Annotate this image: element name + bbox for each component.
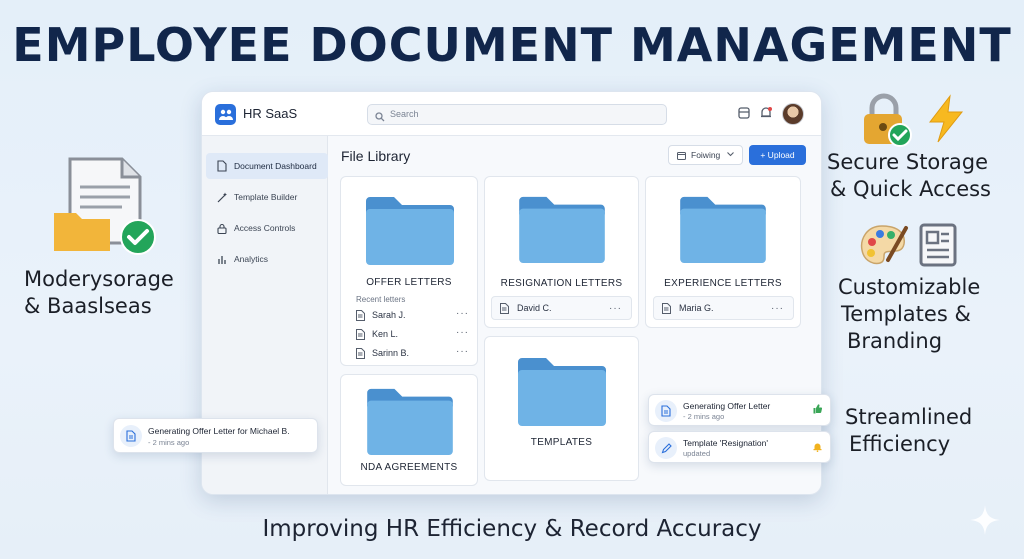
top-bar: HR SaaS Search [202, 92, 821, 136]
more-options-icon[interactable]: ··· [456, 346, 469, 357]
bell-icon [813, 442, 822, 452]
feature-streamlined-efficiency: Streamlined Efficiency [845, 404, 972, 458]
left-feature-line2: & Baaslseas [24, 294, 152, 318]
feature-line: Templates & [841, 302, 971, 326]
footer-tagline: Improving HR Efficiency & Record Accurac… [262, 516, 762, 542]
folder-title: NDA AGREEMENTS [360, 462, 458, 473]
pencil-icon [655, 437, 677, 459]
folder-icon [367, 388, 453, 456]
document-icon [500, 302, 509, 314]
toast-template-updated[interactable]: Template 'Resignation' updated [648, 431, 831, 463]
toast-title: Template 'Resignation' [683, 438, 768, 448]
search-input[interactable]: Search [367, 104, 667, 125]
sidebar-item-analytics[interactable]: Analytics [206, 246, 328, 272]
section-title: File Library [341, 148, 411, 164]
feature-line: Efficiency [849, 432, 951, 456]
app-name: HR SaaS [243, 106, 298, 121]
folder-card-nda-agreements[interactable]: NDA AGREEMENTS [340, 374, 478, 486]
document-icon [356, 328, 365, 340]
folder-title: RESIGNATION LETTERS [500, 278, 623, 289]
folder-card-offer-letters[interactable]: OFFER LETTERS Recent letters Sarah J. ··… [340, 176, 478, 366]
file-chip-label: David C. [517, 303, 552, 313]
list-item[interactable]: Sarah J. ··· [356, 307, 469, 323]
sidebar-item-document-dashboard[interactable]: Document Dashboard [206, 153, 328, 179]
page-headline: EMPLOYEE DOCUMENT MANAGEMENT [12, 18, 1012, 72]
toast-generating-offer[interactable]: Generating Offer Letter for Michael B. -… [113, 418, 318, 453]
toast-title: Generating Offer Letter for Michael B. [148, 426, 290, 436]
template-document-icon [918, 222, 960, 275]
folder-title: EXPERIENCE LETTERS [664, 278, 782, 289]
toast-generating-offer-right[interactable]: Generating Offer Letter - 2 mins ago [648, 394, 831, 426]
feature-line: Customizable [838, 275, 981, 299]
feature-line: Branding [847, 329, 943, 353]
filter-label: Foiwing [691, 150, 721, 160]
folder-title: OFFER LETTERS [366, 277, 452, 288]
folder-icon [518, 358, 606, 426]
file-chip[interactable]: David C. ··· [491, 296, 632, 320]
more-options-icon[interactable]: ··· [609, 303, 622, 314]
sidebar-item-access-controls[interactable]: Access Controls [206, 215, 328, 241]
list-item-label: Sarah J. [372, 310, 406, 320]
feature-secure-storage: Secure Storage & Quick Access [827, 149, 991, 203]
feature-line: Secure Storage [827, 150, 989, 174]
user-avatar[interactable] [782, 103, 804, 125]
lock-icon [216, 222, 228, 234]
document-icon [356, 347, 365, 359]
left-feature-line1: Moderysorage [24, 267, 174, 291]
wand-icon [216, 191, 228, 203]
more-options-icon[interactable]: ··· [456, 308, 469, 319]
sidebar-item-label: Template Builder [234, 192, 298, 202]
folder-card-experience-letters[interactable]: EXPERIENCE LETTERS Maria G. ··· [645, 176, 801, 328]
file-chip[interactable]: Maria G. ··· [653, 296, 794, 320]
list-item-label: Ken L. [372, 329, 399, 339]
folder-card-resignation-letters[interactable]: RESIGNATION LETTERS David C. ··· [484, 176, 639, 328]
folder-card-templates[interactable]: TEMPLATES [484, 336, 639, 481]
more-options-icon[interactable]: ··· [456, 327, 469, 338]
thumbs-up-icon [813, 404, 822, 414]
toast-title: Generating Offer Letter [683, 401, 771, 411]
chevron-down-icon [727, 152, 734, 157]
lock-check-icon [858, 92, 914, 153]
sparkle-icon [970, 505, 1000, 535]
filter-dropdown[interactable]: Foiwing [668, 145, 743, 165]
document-icon [356, 309, 365, 321]
toast-time: updated [683, 449, 711, 458]
list-item-label: Sarinn B. [372, 348, 410, 358]
notification-bell-icon[interactable] [759, 106, 773, 125]
folder-icon [519, 196, 605, 264]
palette-icon [858, 222, 910, 275]
feature-customizable-templates: Customizable Templates & Branding [838, 274, 980, 355]
calendar-icon [677, 151, 686, 160]
bar-chart-icon [216, 253, 228, 265]
sidebar-item-template-builder[interactable]: Template Builder [206, 184, 328, 210]
sidebar-item-label: Access Controls [234, 223, 296, 233]
sidebar-item-label: Analytics [234, 254, 269, 264]
toast-time: - 2 mins ago [148, 438, 190, 447]
folder-title: TEMPLATES [530, 437, 593, 448]
more-options-icon[interactable]: ··· [771, 303, 784, 314]
document-icon [655, 400, 677, 422]
left-feature-text: Moderysorage & Baaslseas [24, 266, 174, 320]
sidebar-item-label: Document Dashboard [234, 161, 317, 171]
document-folder-illustration [52, 155, 162, 255]
list-item[interactable]: Ken L. ··· [356, 326, 469, 342]
document-icon [662, 302, 671, 314]
folder-icon [680, 196, 766, 264]
folder-icon [366, 197, 454, 265]
app-logo-icon[interactable] [215, 104, 236, 125]
lightning-icon [924, 94, 966, 149]
file-chip-label: Maria G. [679, 303, 714, 313]
feature-line: Streamlined [845, 405, 973, 429]
list-item[interactable]: Sarinn B. ··· [356, 345, 469, 361]
upload-button[interactable]: + Upload [749, 145, 806, 165]
document-icon [216, 160, 228, 172]
document-icon [120, 425, 142, 447]
search-placeholder: Search [390, 109, 419, 119]
search-icon [375, 109, 385, 127]
inbox-icon[interactable] [737, 106, 751, 125]
feature-line: & Quick Access [830, 177, 991, 201]
recent-letters-label: Recent letters [356, 295, 406, 304]
toast-time: - 2 mins ago [683, 412, 725, 421]
